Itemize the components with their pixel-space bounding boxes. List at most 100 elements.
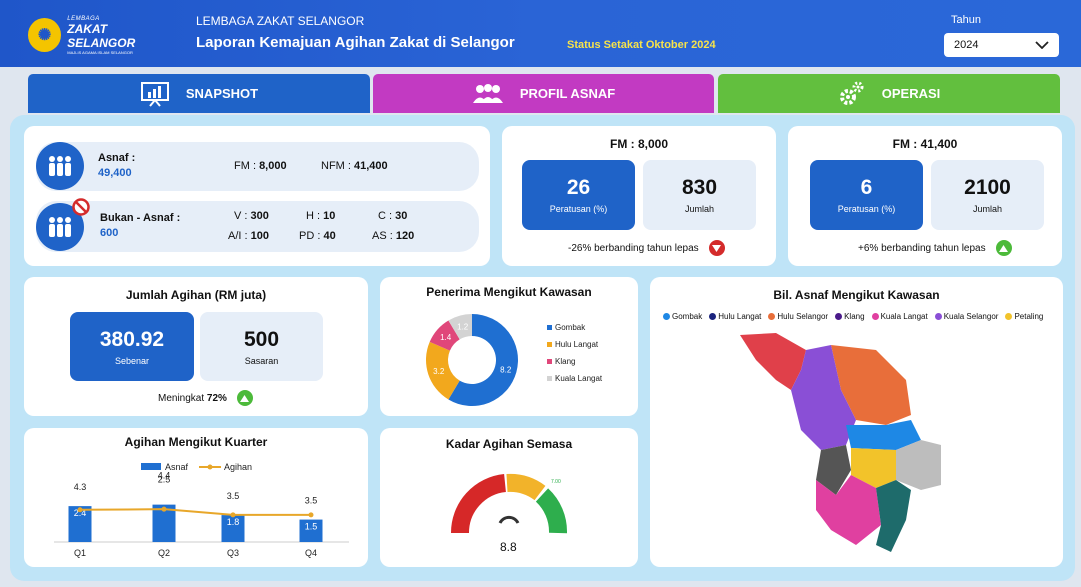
year-label: Tahun: [951, 14, 981, 26]
fm-41400-percent: 6: [860, 176, 873, 199]
map-region-sepang: [876, 480, 911, 552]
asnaf-label: Asnaf :: [98, 152, 136, 164]
c-stat: C : 30: [378, 210, 408, 222]
fm-8000-percent-label: Peratusan (%): [549, 204, 608, 214]
agihan-increase-value: 72%: [206, 392, 227, 404]
map-legend-item: Klang: [835, 312, 865, 321]
trend-down-icon: [708, 240, 725, 256]
agihan-point: [230, 512, 236, 518]
map-legend-item: Kuala Selangor: [934, 312, 998, 321]
agihan-target-label: Sasaran: [244, 356, 279, 366]
fm-41400-comparison: +6% berbanding tahun lepas: [858, 240, 1012, 256]
status-text: Status Setakat Oktober 2024: [567, 39, 716, 51]
bukan-asnaf-label: Bukan - Asnaf :: [100, 212, 181, 224]
fm-8000-comparison-text: -26% berbanding tahun lepas: [568, 242, 699, 254]
line-value-label: 4.3: [74, 482, 87, 492]
fm-41400-count-box: 2100 Jumlah: [931, 160, 1044, 230]
agihan-target-box: 500 Sasaran: [200, 312, 323, 381]
legend-swatch-asnaf: [141, 463, 161, 470]
legend-label-agihan: Agihan: [224, 462, 252, 472]
donut-data-label: 3.2: [433, 367, 445, 376]
fm-8000-percent-box: 26 Peratusan (%): [522, 160, 635, 230]
header: ✺ LEMBAGA ZAKAT SELANGOR MAJLIS AGAMA IS…: [0, 0, 1081, 67]
tab-operasi[interactable]: OPERASI: [718, 74, 1060, 113]
asnaf-value: 49,400: [98, 167, 132, 179]
x-tick-label: Q3: [227, 548, 239, 558]
map-title: Bil. Asnaf Mengikut Kawasan: [773, 288, 940, 302]
jumlah-agihan-title: Jumlah Agihan (RM juta): [125, 288, 267, 302]
trend-up-icon: [995, 240, 1012, 256]
agihan-actual-box: 380.92 Sebenar: [70, 312, 194, 381]
gears-icon: [839, 81, 864, 105]
tab-snapshot-label: SNAPSHOT: [185, 86, 259, 101]
agihan-line: [79, 508, 311, 516]
kuarter-title: Agihan Mengikut Kuarter: [124, 435, 268, 449]
fm-41400-percent-box: 6 Peratusan (%): [810, 160, 923, 230]
agihan-actual-label: Sebenar: [114, 356, 150, 366]
fm-41400-percent-label: Peratusan (%): [837, 204, 896, 214]
h-stat: H : 10: [306, 210, 336, 222]
tab-profil-asnaf-label: PROFIL ASNAF: [519, 86, 616, 101]
fm-8000-title: FM : 8,000: [609, 137, 669, 151]
map-region-hulu-langat: [896, 440, 941, 490]
fm-41400-comparison-text: +6% berbanding tahun lepas: [858, 242, 986, 254]
people-icon: [36, 142, 84, 190]
year-value: 2024: [954, 39, 979, 51]
x-tick-label: Q4: [305, 548, 317, 558]
fm-41400-count-label: Jumlah: [972, 204, 1002, 214]
selangor-district-map: [740, 333, 941, 552]
gauge-red-zone: [450, 474, 507, 534]
agihan-point: [77, 507, 83, 513]
donut-data-label: 1.2: [457, 322, 469, 331]
fm-8000-count: 830: [681, 176, 718, 199]
bukan-asnaf-value: 600: [100, 227, 119, 239]
legend-swatch: [547, 376, 552, 381]
organization-name: LEMBAGA ZAKAT SELANGOR: [196, 14, 365, 28]
kadar-gauge: 7.00: [450, 473, 567, 534]
agihan-increase: Meningkat 72%: [158, 390, 253, 406]
donut-data-label: 8.2: [500, 365, 512, 374]
penerima-donut-chart: 8.2 Gombak 3.2 Hulu Langat 1.4 Klang 1.2 Kuala …: [426, 314, 603, 406]
fm-8000-comparison: -26% berbanding tahun lepas: [568, 240, 725, 256]
pd-stat: PD : 40: [299, 230, 336, 242]
trend-up-icon: [236, 390, 253, 406]
legend-swatch: [547, 342, 552, 347]
gauge-needle: [498, 515, 520, 524]
as-stat: AS : 120: [372, 230, 415, 242]
legend-swatch: [547, 325, 552, 330]
legend-label: Klang: [555, 357, 575, 366]
tab-profil-asnaf[interactable]: PROFIL ASNAF: [373, 74, 714, 113]
fm-41400-count: 2100: [964, 176, 1011, 199]
presentation-board-icon: [140, 81, 169, 107]
kadar-value: 8.8: [500, 540, 517, 554]
line-value-label: 3.5: [305, 496, 318, 506]
map-legend-item: Hulu Langat: [709, 312, 761, 321]
x-tick-label: Q2: [158, 548, 170, 558]
logo-emblem-icon: ✺: [28, 18, 62, 52]
agihan-actual-value: 380.92: [99, 328, 165, 351]
kadar-title: Kadar Agihan Semasa: [445, 437, 573, 451]
agihan-point: [308, 512, 314, 518]
people-group-icon: [472, 83, 503, 103]
fm-8000-percent: 26: [566, 176, 591, 199]
tab-snapshot[interactable]: SNAPSHOT: [28, 74, 370, 113]
agihan-target-value: 500: [243, 328, 280, 351]
logo-sub-text: MAJLIS AGAMA ISLAM SELANGOR: [67, 49, 133, 55]
year-dropdown[interactable]: 2024: [944, 33, 1059, 57]
nfm-stat: NFM : 41,400: [321, 160, 388, 172]
x-tick-label: Q1: [74, 548, 86, 558]
fm-stat: FM : 8,000: [234, 160, 287, 172]
line-value-label: 4.4: [158, 471, 171, 481]
agihan-point: [161, 506, 167, 512]
legend-label: Hulu Langat: [555, 340, 599, 349]
tab-operasi-label: OPERASI: [881, 86, 941, 101]
legend-label: Gombak: [555, 323, 586, 332]
bar-value-label: 1.8: [227, 517, 240, 527]
map-legend-item: Hulu Selangor: [768, 312, 828, 321]
gauge-max-label: 7.00: [551, 479, 561, 485]
legend-swatch: [547, 359, 552, 364]
line-value-label: 3.5: [227, 491, 240, 501]
map-legend-item: Gombak: [663, 312, 702, 321]
agihan-increase-label: Meningkat: [158, 392, 205, 404]
map-legend-item: Petaling: [1005, 312, 1043, 321]
